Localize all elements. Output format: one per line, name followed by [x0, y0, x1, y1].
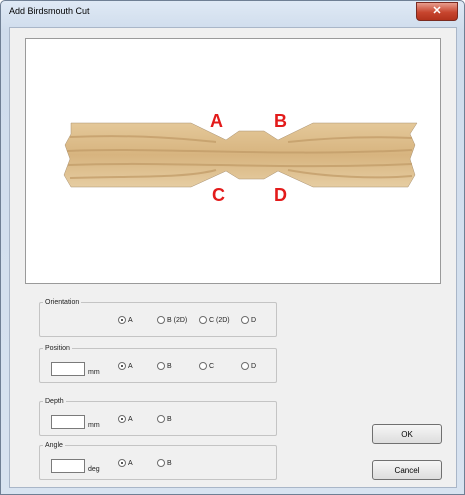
- label-c: C: [212, 185, 225, 205]
- position-option-b[interactable]: B: [157, 362, 172, 370]
- angle-option-a[interactable]: A: [118, 459, 133, 467]
- beam-diagram: A B C D: [63, 111, 418, 205]
- angle-legend: Angle: [45, 442, 63, 449]
- close-icon: ✕: [432, 5, 442, 17]
- orientation-option-b[interactable]: B (2D): [157, 316, 187, 324]
- close-button[interactable]: ✕: [416, 2, 458, 21]
- radio-icon: [118, 459, 126, 467]
- orientation-option-d[interactable]: D: [241, 316, 256, 324]
- angle-group: Angle deg A B: [39, 442, 277, 480]
- radio-icon: [241, 316, 249, 324]
- depth-unit: mm: [88, 422, 100, 429]
- position-legend: Position: [45, 345, 70, 352]
- radio-icon: [118, 415, 126, 423]
- depth-option-b[interactable]: B: [157, 415, 172, 423]
- depth-input[interactable]: [51, 415, 85, 429]
- label-b: B: [274, 111, 287, 131]
- dialog-window: Add Birdsmouth Cut ✕ A B C D Orientation…: [0, 0, 465, 495]
- orientation-legend: Orientation: [45, 299, 80, 306]
- radio-icon: [199, 316, 207, 324]
- label-a: A: [210, 111, 223, 131]
- position-input[interactable]: [51, 362, 85, 376]
- angle-option-b[interactable]: B: [157, 459, 172, 467]
- dialog-content: A B C D Orientation A B (2D) C (2D) D Po…: [9, 27, 457, 488]
- radio-icon: [157, 316, 165, 324]
- angle-unit: deg: [88, 466, 100, 473]
- radio-icon: [157, 459, 165, 467]
- orientation-option-a[interactable]: A: [118, 316, 133, 324]
- position-unit: mm: [88, 369, 100, 376]
- title-bar[interactable]: Add Birdsmouth Cut ✕: [1, 1, 464, 25]
- window-title: Add Birdsmouth Cut: [9, 6, 90, 16]
- label-d: D: [274, 185, 287, 205]
- radio-icon: [199, 362, 207, 370]
- position-group: Position mm A B C D: [39, 345, 277, 383]
- radio-icon: [118, 316, 126, 324]
- cancel-button[interactable]: Cancel: [372, 460, 442, 480]
- depth-legend: Depth: [45, 398, 64, 405]
- position-option-a[interactable]: A: [118, 362, 133, 370]
- depth-option-a[interactable]: A: [118, 415, 133, 423]
- position-option-d[interactable]: D: [241, 362, 256, 370]
- depth-group: Depth mm A B: [39, 398, 277, 436]
- orientation-option-c[interactable]: C (2D): [199, 316, 230, 324]
- position-option-c[interactable]: C: [199, 362, 214, 370]
- radio-icon: [157, 362, 165, 370]
- radio-icon: [241, 362, 249, 370]
- radio-icon: [157, 415, 165, 423]
- ok-button[interactable]: OK: [372, 424, 442, 444]
- orientation-group: Orientation A B (2D) C (2D) D: [39, 299, 277, 337]
- cut-preview: A B C D: [25, 38, 441, 284]
- angle-input[interactable]: [51, 459, 85, 473]
- radio-icon: [118, 362, 126, 370]
